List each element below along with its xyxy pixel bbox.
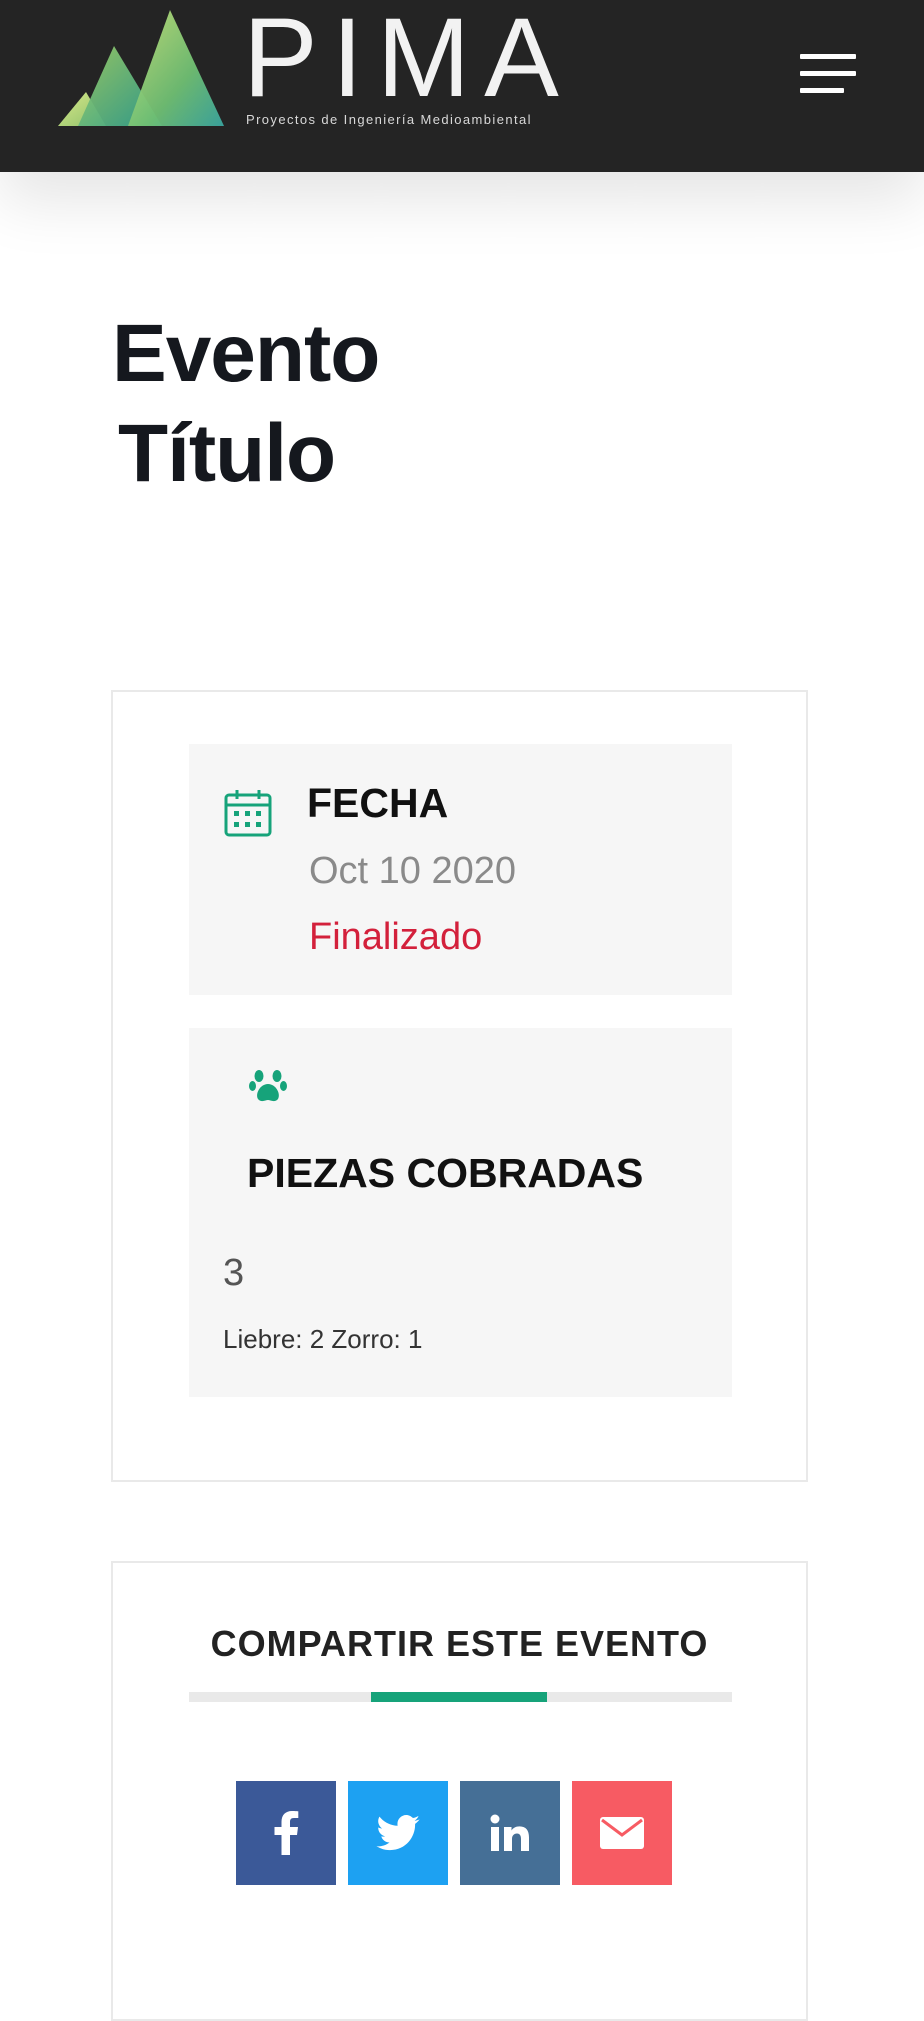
- twitter-icon: [376, 1815, 420, 1851]
- pima-logo[interactable]: PIMA Proyectos de Ingeniería Medioambien…: [58, 2, 598, 132]
- date-value: Oct 10 2020: [309, 850, 517, 892]
- hamburger-menu-icon[interactable]: [800, 54, 860, 96]
- pieces-label: PIEZAS COBRADAS: [247, 1150, 644, 1196]
- share-card: COMPARTIR ESTE EVENTO: [111, 1561, 808, 2021]
- page-title: Evento Título: [112, 304, 380, 504]
- pieces-breakdown: Liebre: 2 Zorro: 1: [223, 1324, 423, 1354]
- share-email-button[interactable]: [572, 1781, 672, 1885]
- share-twitter-button[interactable]: [348, 1781, 448, 1885]
- event-details-card: FECHA Oct 10 2020 Finalizado PIEZAS COBR…: [111, 690, 808, 1482]
- linkedin-icon: [490, 1814, 529, 1851]
- pieces-count: 3: [223, 1252, 245, 1294]
- facebook-icon: [274, 1811, 299, 1855]
- share-divider: [189, 1692, 732, 1702]
- share-title: COMPARTIR ESTE EVENTO: [210, 1623, 709, 1664]
- calendar-icon: [224, 790, 272, 837]
- page-title-line-2: Título: [118, 408, 336, 499]
- mountains-logo-icon: [58, 10, 224, 126]
- paw-icon: [249, 1070, 287, 1102]
- share-linkedin-button[interactable]: [460, 1781, 560, 1885]
- date-label: FECHA: [307, 780, 449, 826]
- site-header: PIMA Proyectos de Ingeniería Medioambien…: [0, 0, 924, 172]
- share-facebook-button[interactable]: [236, 1781, 336, 1885]
- logo-subtitle: Proyectos de Ingeniería Medioambiental: [246, 112, 532, 127]
- page-title-line-1: Evento: [112, 308, 380, 399]
- logo-wordmark: PIMA: [243, 0, 573, 120]
- status-text: Finalizado: [309, 916, 483, 958]
- pieces-box: PIEZAS COBRADAS 3 Liebre: 2 Zorro: 1: [189, 1028, 732, 1397]
- date-box: FECHA Oct 10 2020 Finalizado: [189, 744, 732, 995]
- envelope-icon: [600, 1817, 644, 1849]
- share-divider-accent: [371, 1692, 547, 1702]
